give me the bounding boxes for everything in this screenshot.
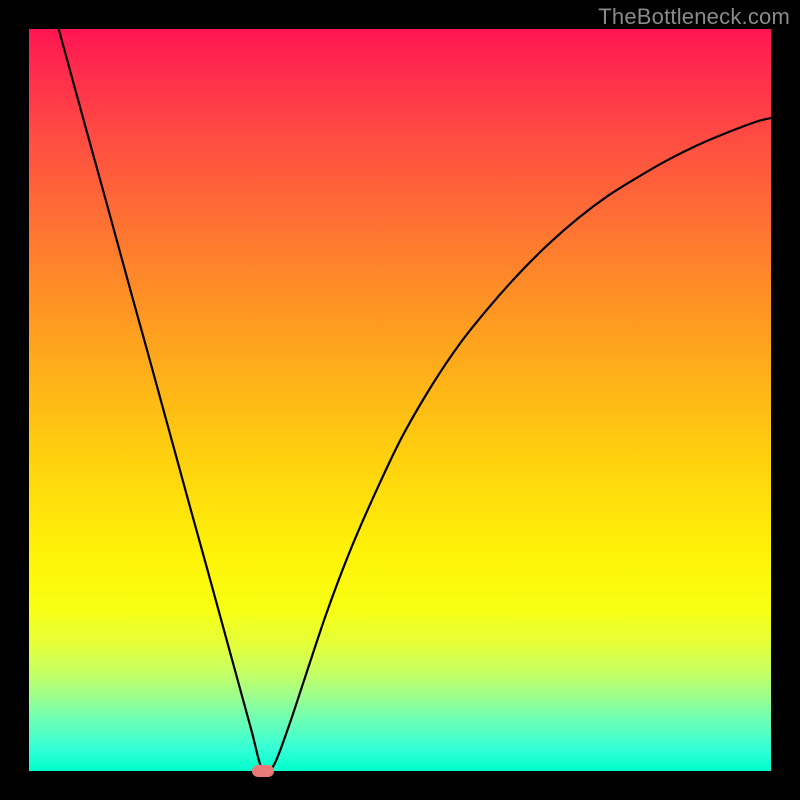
watermark-text: TheBottleneck.com <box>598 4 790 30</box>
optimum-marker <box>252 765 274 777</box>
chart-plot-area <box>29 29 771 771</box>
bottleneck-curve <box>29 29 771 771</box>
